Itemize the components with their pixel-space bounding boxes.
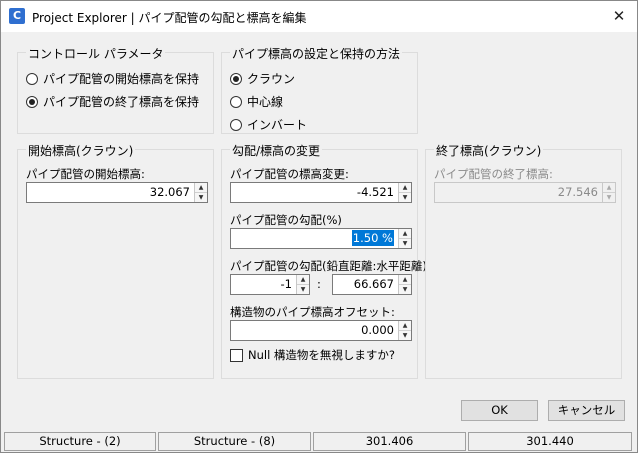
- offset-input[interactable]: 0.000 ▲ ▼: [230, 320, 412, 341]
- slope-ratio-vertical-spinner: ▲ ▼: [296, 275, 309, 294]
- elev-change-spinner: ▲ ▼: [398, 183, 411, 202]
- ok-button[interactable]: OK: [461, 400, 538, 421]
- pipe-elev-method-group: パイプ標高の設定と保持の方法 クラウン 中心線 インバート: [221, 45, 418, 134]
- spin-up-icon[interactable]: ▲: [195, 183, 207, 192]
- elev-change-label: パイプ配管の標高変更:: [230, 167, 349, 181]
- spin-up-icon[interactable]: ▲: [399, 183, 411, 192]
- start-elev-group: 開始標高(クラウン) パイプ配管の開始標高: 32.067 ▲ ▼: [17, 142, 214, 379]
- end-elev-title: 終了標高(クラウン): [434, 142, 544, 159]
- spin-down-icon[interactable]: ▼: [297, 284, 309, 294]
- slope-percent-label: パイプ配管の勾配(%): [230, 213, 342, 227]
- end-elev-group: 終了標高(クラウン) パイプ配管の終了標高: 27.546 ▲ ▼: [425, 142, 622, 379]
- spin-down-icon[interactable]: ▼: [399, 284, 411, 294]
- spin-up-icon[interactable]: ▲: [297, 275, 309, 284]
- status-start-structure: Structure - (2): [4, 432, 156, 451]
- spin-down-icon[interactable]: ▼: [399, 192, 411, 202]
- status-start-value: 301.406: [313, 432, 466, 451]
- slope-percent-input[interactable]: 1.50 % ▲ ▼: [230, 228, 412, 249]
- close-button[interactable]: ✕: [609, 6, 629, 26]
- control-params-title: コントロール パラメータ: [26, 45, 166, 62]
- end-elev-value: 27.546: [557, 185, 598, 199]
- checkbox-unchecked-icon: [230, 348, 243, 362]
- offset-value[interactable]: 0.000: [231, 321, 398, 340]
- radio-checked-icon: [230, 72, 242, 85]
- dialog-window: C Project Explorer | パイプ配管の勾配と標高を編集 ✕ コン…: [0, 0, 638, 453]
- slope-ratio-vertical-input[interactable]: -1 ▲ ▼: [230, 274, 310, 295]
- status-bar: Structure - (2) Structure - (8) 301.406 …: [4, 432, 634, 451]
- start-elev-input[interactable]: 32.067 ▲ ▼: [26, 182, 208, 203]
- elev-change-value[interactable]: -4.521: [231, 183, 398, 202]
- slope-percent-spinner: ▲ ▼: [398, 229, 411, 248]
- crown-label: クラウン: [247, 72, 296, 86]
- spin-down-icon[interactable]: ▼: [195, 192, 207, 202]
- slope-percent-selected-text: 1.50 %: [351, 230, 394, 246]
- spin-down-icon: ▼: [603, 192, 615, 202]
- keep-start-elev-label: パイプ配管の開始標高を保持: [43, 72, 200, 86]
- ignore-null-label: Null 構造物を無視しますか?: [248, 348, 396, 362]
- spin-up-icon[interactable]: ▲: [399, 321, 411, 330]
- end-elev-input: 27.546 ▲ ▼: [434, 182, 616, 203]
- keep-end-elev-label: パイプ配管の終了標高を保持: [43, 95, 200, 109]
- start-elev-label: パイプ配管の開始標高:: [26, 167, 145, 181]
- ignore-null-checkbox[interactable]: Null 構造物を無視しますか?: [230, 347, 395, 363]
- pipe-elev-method-title: パイプ標高の設定と保持の方法: [230, 45, 403, 62]
- control-params-group: コントロール パラメータ パイプ配管の開始標高を保持 パイプ配管の終了標高を保持: [17, 45, 214, 134]
- start-elev-spinner: ▲ ▼: [194, 183, 207, 202]
- window-title: Project Explorer | パイプ配管の勾配と標高を編集: [32, 11, 307, 25]
- slope-ratio-horizontal-value[interactable]: 66.667: [333, 275, 398, 294]
- crown-radio[interactable]: クラウン: [230, 70, 295, 87]
- elev-change-input[interactable]: -4.521 ▲ ▼: [230, 182, 412, 203]
- title-bar: C Project Explorer | パイプ配管の勾配と標高を編集 ✕: [1, 1, 637, 32]
- end-elev-spinner: ▲ ▼: [602, 183, 615, 202]
- slope-change-title: 勾配/標高の変更: [230, 142, 323, 159]
- slope-change-group: 勾配/標高の変更 パイプ配管の標高変更: -4.521 ▲ ▼ パイプ配管の勾配…: [221, 142, 427, 379]
- app-icon: C: [9, 8, 25, 24]
- spin-up-icon: ▲: [603, 183, 615, 192]
- status-end-value: 301.440: [468, 432, 632, 451]
- status-end-structure: Structure - (8): [158, 432, 311, 451]
- keep-start-elev-radio[interactable]: パイプ配管の開始標高を保持: [26, 70, 199, 87]
- radio-unchecked-icon: [26, 72, 38, 85]
- radio-unchecked-icon: [230, 95, 242, 108]
- slope-ratio-label: パイプ配管の勾配(鉛直距離:水平距離): [230, 259, 427, 273]
- keep-end-elev-radio[interactable]: パイプ配管の終了標高を保持: [26, 93, 199, 110]
- start-elev-title: 開始標高(クラウン): [26, 142, 136, 159]
- spin-up-icon[interactable]: ▲: [399, 275, 411, 284]
- centerline-label: 中心線: [247, 95, 284, 109]
- start-elev-value[interactable]: 32.067: [27, 183, 194, 202]
- ratio-separator: :: [317, 277, 321, 291]
- slope-ratio-horizontal-input[interactable]: 66.667 ▲ ▼: [332, 274, 412, 295]
- centerline-radio[interactable]: 中心線: [230, 93, 283, 110]
- slope-percent-value[interactable]: 1.50 %: [231, 229, 398, 248]
- invert-radio[interactable]: インバート: [230, 116, 307, 133]
- offset-label: 構造物のパイプ標高オフセット:: [230, 305, 395, 319]
- end-elev-label: パイプ配管の終了標高:: [434, 167, 553, 181]
- invert-label: インバート: [247, 118, 308, 132]
- radio-unchecked-icon: [230, 118, 242, 131]
- spin-down-icon[interactable]: ▼: [399, 330, 411, 340]
- slope-ratio-vertical-value[interactable]: -1: [231, 275, 296, 294]
- radio-checked-icon: [26, 95, 38, 108]
- offset-spinner: ▲ ▼: [398, 321, 411, 340]
- cancel-button[interactable]: キャンセル: [548, 400, 625, 421]
- spin-down-icon[interactable]: ▼: [399, 238, 411, 248]
- slope-ratio-horizontal-spinner: ▲ ▼: [398, 275, 411, 294]
- spin-up-icon[interactable]: ▲: [399, 229, 411, 238]
